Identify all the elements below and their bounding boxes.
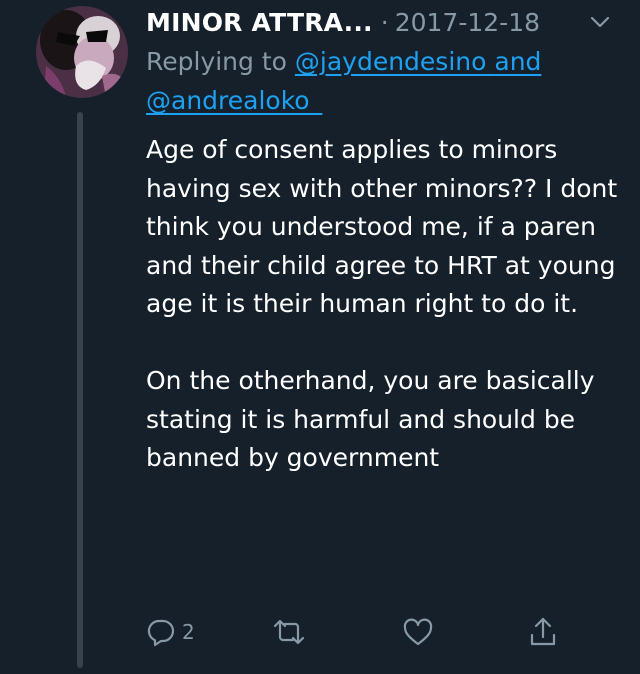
mention-1-text: @jaydendesino (294, 47, 487, 76)
tweet-header: MINOR ATTRA... · 2017-12-18 (146, 4, 540, 40)
share-button[interactable] (528, 612, 558, 652)
thread-line (77, 112, 83, 668)
avatar-image-icon (36, 6, 128, 98)
retweet-button[interactable] (272, 612, 306, 652)
retweet-icon (273, 619, 305, 645)
avatar[interactable] (36, 6, 128, 98)
reply-button[interactable]: 2 (146, 612, 195, 652)
tweet-body: Age of consent applies to minors having … (146, 135, 618, 472)
replying-to: Replying to @jaydendesino and @andrealok… (146, 42, 616, 120)
like-button[interactable] (402, 612, 434, 652)
separator-dot: · (380, 7, 389, 37)
reply-icon (147, 619, 175, 647)
mention-link-1[interactable]: @jaydendesino and (295, 47, 542, 76)
reply-count: 2 (182, 620, 195, 644)
like-icon (403, 618, 433, 646)
mention-link-2[interactable]: @andrealoko_ (146, 86, 322, 115)
action-bar: 2 (146, 612, 576, 652)
tweet: MINOR ATTRA... · 2017-12-18 Replying to … (0, 0, 640, 674)
tweet-date[interactable]: 2017-12-18 (395, 8, 540, 37)
chevron-down-icon[interactable] (588, 10, 612, 34)
mention-joiner: and (494, 47, 542, 76)
share-icon (530, 617, 556, 646)
replying-to-label: Replying to (146, 47, 287, 76)
display-name[interactable]: MINOR ATTRA... (146, 8, 373, 37)
